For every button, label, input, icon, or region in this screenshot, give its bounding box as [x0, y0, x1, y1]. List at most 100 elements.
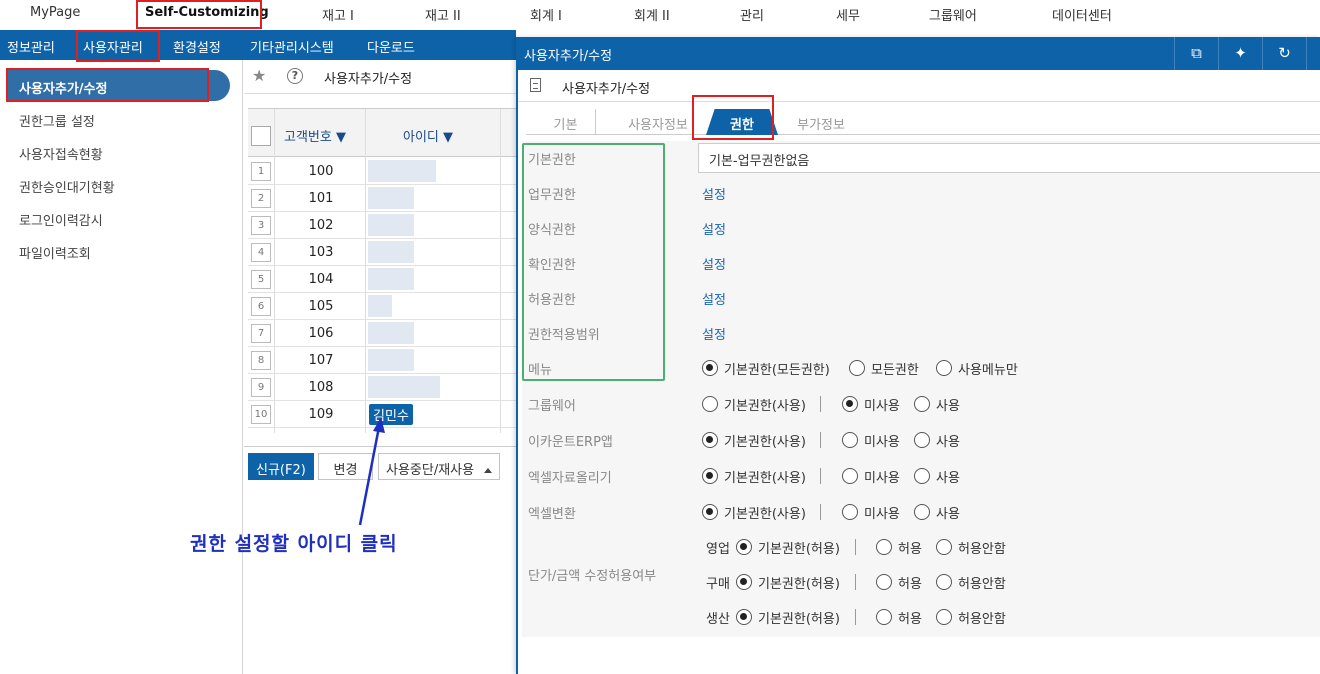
radio-groupware-default[interactable] — [702, 396, 718, 412]
sidebar-item-login-history[interactable]: 로그인이력감시 — [19, 210, 103, 229]
radio-label: 기본권한(사용) — [724, 399, 806, 414]
radio-label: 허용안함 — [958, 542, 1006, 557]
radio-label: 미사용 — [864, 399, 900, 414]
basic-permission-field[interactable]: 기본-업무권한없음 — [698, 143, 1320, 173]
allow-permission-set-link[interactable]: 설정 — [702, 289, 726, 308]
col-customer-number[interactable]: 고객번호 ▼ — [284, 126, 346, 145]
table-row[interactable]: 9 108 — [248, 374, 516, 401]
submenu-other-systems[interactable]: 기타관리시스템 — [250, 37, 334, 56]
help-icon[interactable]: ? — [287, 68, 303, 84]
redacted-id[interactable] — [368, 160, 436, 182]
sidebar-item-user-connections[interactable]: 사용자접속현황 — [19, 144, 103, 163]
submenu-download[interactable]: 다운로드 — [367, 37, 415, 56]
radio-purchase-allow[interactable] — [876, 574, 892, 590]
radio-excel-upload-unused[interactable] — [842, 468, 858, 484]
refresh-icon[interactable]: ↻ — [1262, 37, 1306, 70]
redacted-id[interactable] — [368, 376, 440, 398]
submenu-settings[interactable]: 환경설정 — [173, 37, 221, 56]
radio-menu-default[interactable] — [702, 360, 718, 376]
select-all-checkbox[interactable] — [251, 126, 271, 146]
annotation-text: 권한 설정할 아이디 클릭 — [190, 533, 398, 555]
radio-excel-convert-default[interactable] — [702, 504, 718, 520]
redacted-id[interactable] — [368, 268, 414, 290]
form-permission-set-link[interactable]: 설정 — [702, 219, 726, 238]
sidebar-item-approval-pending[interactable]: 권한승인대기현황 — [19, 177, 115, 196]
caret-up-icon — [484, 468, 493, 473]
highlight-sidebar-item — [6, 68, 209, 102]
topmenu-datacenter[interactable]: 데이터센터 — [1052, 5, 1112, 24]
radio-excel-upload-default[interactable] — [702, 468, 718, 484]
row-index: 1 — [251, 162, 271, 181]
table-row[interactable]: 3 102 — [248, 212, 516, 239]
price-row-label: 생산 — [706, 612, 730, 627]
radio-excel-upload-use[interactable] — [914, 468, 930, 484]
radio-production-default[interactable] — [736, 609, 752, 625]
tab-basic[interactable]: 기본 — [536, 109, 596, 135]
stop-reuse-dropdown[interactable]: 사용중단/재사용 — [378, 453, 501, 480]
sidebar-item-permission-group[interactable]: 권한그룹 설정 — [19, 111, 95, 130]
topmenu-accounting-2[interactable]: 회계 II — [634, 5, 670, 24]
table-row[interactable]: 7 106 — [248, 320, 516, 347]
radio-label: 사용 — [936, 471, 960, 486]
topmenu-management[interactable]: 관리 — [740, 5, 764, 24]
new-button[interactable]: 신규(F2) — [248, 453, 314, 480]
tab-additional-info[interactable]: 부가정보 — [778, 109, 864, 135]
topmenu-groupware[interactable]: 그룹웨어 — [929, 5, 977, 24]
separator — [820, 396, 821, 412]
permission-scope-set-link[interactable]: 설정 — [702, 324, 726, 343]
radio-label: 미사용 — [864, 435, 900, 450]
radio-groupware-unused[interactable] — [842, 396, 858, 412]
separator — [820, 432, 821, 448]
radio-groupware-use[interactable] — [914, 396, 930, 412]
table-row[interactable]: 5 104 — [248, 266, 516, 293]
table-row[interactable]: 6 105 — [248, 293, 516, 320]
radio-production-deny[interactable] — [936, 609, 952, 625]
topmenu-mypage[interactable]: MyPage — [30, 5, 80, 20]
radio-label: 기본권한(허용) — [758, 612, 840, 627]
topmenu-inventory-2[interactable]: 재고 II — [425, 5, 461, 24]
redacted-id[interactable] — [368, 349, 414, 371]
sidebar-item-file-history[interactable]: 파일이력조회 — [19, 243, 91, 262]
radio-erp-default[interactable] — [702, 432, 718, 448]
table-row[interactable]: 2 101 — [248, 185, 516, 212]
topmenu-inventory-1[interactable]: 재고 I — [322, 5, 354, 24]
pin-icon[interactable]: ✦ — [1218, 37, 1262, 70]
row-customer-number: 106 — [308, 326, 334, 341]
radio-menu-all[interactable] — [849, 360, 865, 376]
table-row[interactable]: 8 107 — [248, 347, 516, 374]
dialog-tabs: 기본 사용자정보 권한 부가정보 — [526, 107, 1320, 135]
work-permission-set-link[interactable]: 설정 — [702, 184, 726, 203]
star-icon[interactable]: ★ — [252, 66, 266, 85]
radio-erp-use[interactable] — [914, 432, 930, 448]
highlight-permissions-tab — [692, 95, 774, 140]
topmenu-tax[interactable]: 세무 — [836, 5, 860, 24]
radio-excel-convert-use[interactable] — [914, 504, 930, 520]
radio-sales-deny[interactable] — [936, 539, 952, 555]
table-row[interactable]: 4 103 — [248, 239, 516, 266]
radio-production-allow[interactable] — [876, 609, 892, 625]
separator — [820, 504, 821, 520]
sort-down-icon: ▼ — [335, 130, 346, 145]
radio-erp-unused[interactable] — [842, 432, 858, 448]
radio-menu-used-only[interactable] — [936, 360, 952, 376]
redacted-id[interactable] — [368, 295, 392, 317]
popout-icon[interactable]: ⧉ — [1174, 37, 1218, 70]
redacted-id[interactable] — [368, 187, 414, 209]
confirm-permission-set-link[interactable]: 설정 — [702, 254, 726, 273]
radio-purchase-deny[interactable] — [936, 574, 952, 590]
sidebar: 사용자추가/수정 권한그룹 설정 사용자접속현황 권한승인대기현황 로그인이력감… — [0, 60, 243, 674]
redacted-id[interactable] — [368, 214, 414, 236]
submenu-info[interactable]: 정보관리 — [7, 37, 55, 56]
label-excel-convert: 엑셀변환 — [528, 507, 576, 522]
topmenu-accounting-1[interactable]: 회계 I — [530, 5, 562, 24]
radio-purchase-default[interactable] — [736, 574, 752, 590]
col-user-id[interactable]: 아이디 ▼ — [403, 126, 453, 145]
radio-excel-convert-unused[interactable] — [842, 504, 858, 520]
redacted-id[interactable] — [368, 322, 414, 344]
radio-sales-default[interactable] — [736, 539, 752, 555]
table-row[interactable]: 1 100 — [248, 158, 516, 185]
radio-label: 미사용 — [864, 507, 900, 522]
radio-sales-allow[interactable] — [876, 539, 892, 555]
row-index: 3 — [251, 216, 271, 235]
redacted-id[interactable] — [368, 241, 414, 263]
